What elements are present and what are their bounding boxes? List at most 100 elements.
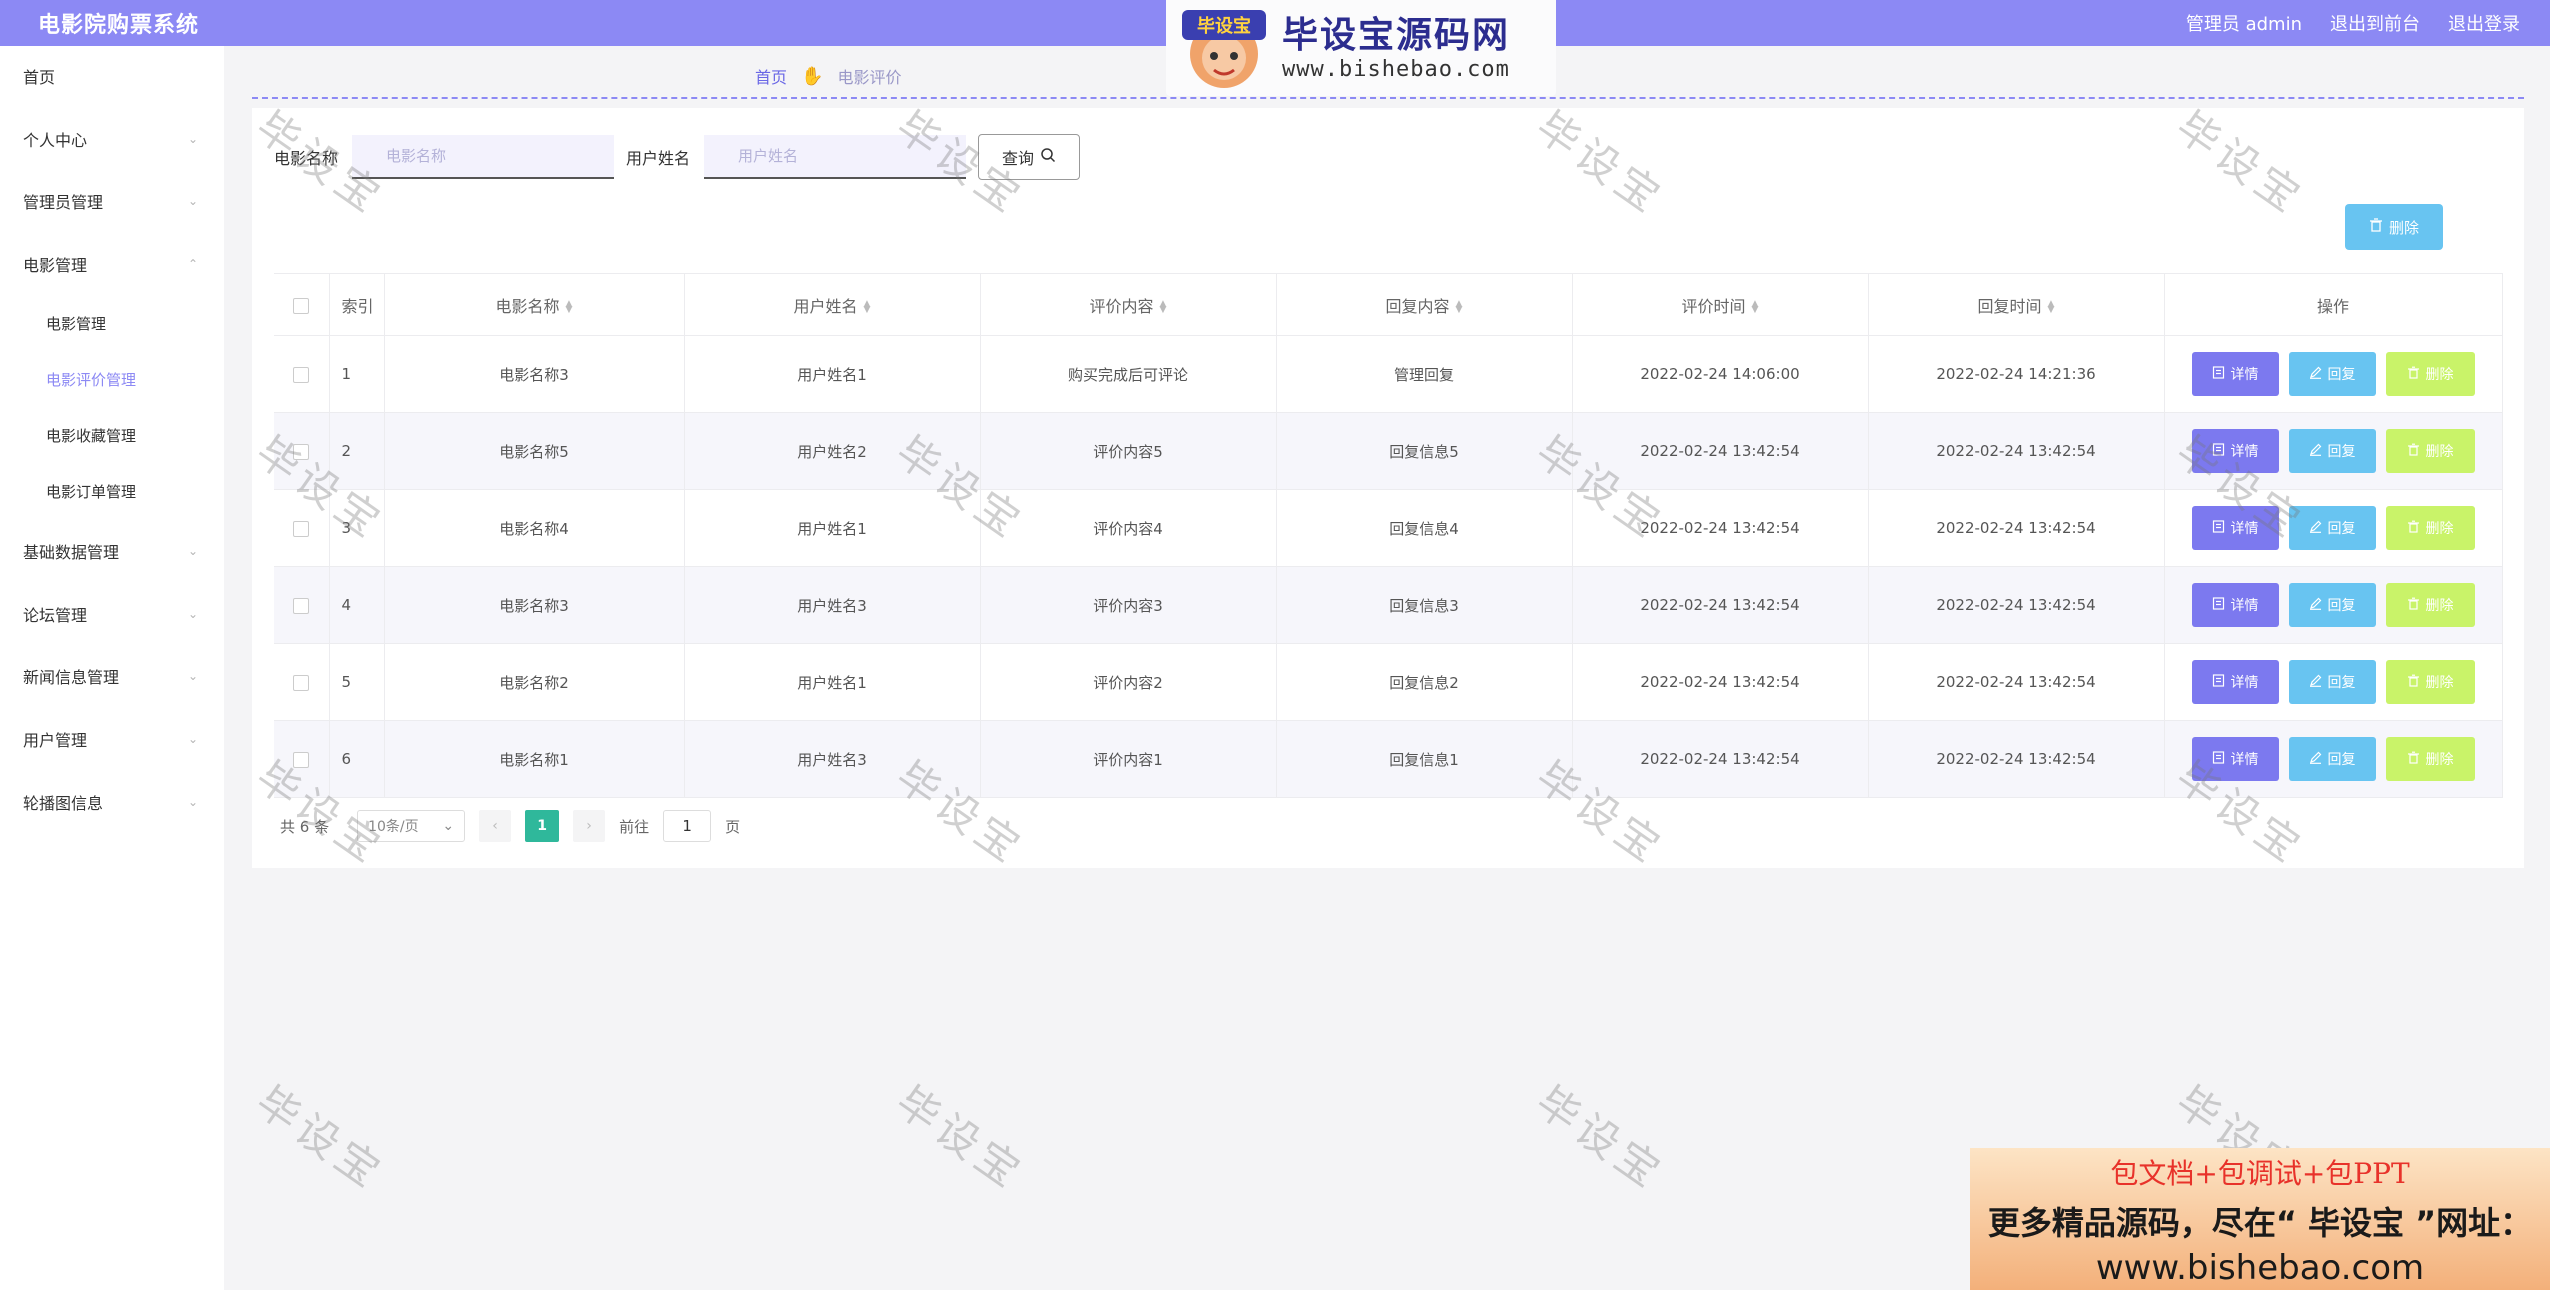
logout-link[interactable]: 退出登录 [2448,10,2520,36]
reply-button[interactable]: 回复 [2288,352,2376,396]
row-checkbox[interactable] [293,366,310,383]
cell-movie-name: 电影名称4 [384,489,685,567]
column-header-review-content[interactable]: 评价内容 ▲ ▼ [980,273,1277,336]
column-header-reply-time[interactable]: 回复时间 ▲ ▼ [1868,273,2165,336]
sidebar-subitem-movie-orders-management[interactable]: 电影订单管理 [0,466,224,516]
edit-icon [2309,597,2322,614]
logo-badge-text: 毕设宝 [1197,15,1251,37]
column-header-user-name[interactable]: 用户姓名 ▲ ▼ [684,273,981,336]
select-all-cell [274,273,330,336]
cell-review-content: 购买完成后可评论 [980,335,1277,413]
sidebar-subitem-movie-management[interactable]: 电影管理 [0,298,224,348]
trash-icon [2407,366,2420,383]
sidebar-subitem-movie-review-management[interactable]: 电影评价管理 [0,354,224,404]
document-icon [2212,442,2225,460]
breadcrumb-home-link[interactable]: 首页 [755,64,787,88]
trash-icon [2407,520,2420,537]
sort-icon: ▲ ▼ [863,299,871,315]
cell-review-content: 评价内容1 [980,720,1277,798]
watermark-text: 毕设宝 [247,1076,394,1200]
chevron-right-icon: › [586,818,592,834]
total-count: 共 6 条 [280,817,330,836]
sidebar-item-basic-data-management[interactable]: 基础数据管理 ⌄ [0,526,224,576]
cell-movie-name: 电影名称3 [384,566,685,644]
sidebar-item-home[interactable]: 首页 [0,51,224,101]
sidebar-item-forum-management[interactable]: 论坛管理 ⌄ [0,589,224,639]
reply-button[interactable]: 回复 [2288,737,2376,781]
detail-button[interactable]: 详情 [2191,506,2279,550]
prev-page-button[interactable]: ‹ [479,810,512,842]
chevron-down-icon: ⌄ [442,818,455,834]
admin-user-label[interactable]: 管理员 admin [2186,10,2302,36]
cell-movie-name: 电影名称3 [384,335,685,413]
detail-button[interactable]: 详情 [2191,660,2279,704]
document-icon [2212,365,2225,383]
edit-icon [2309,366,2322,383]
goto-page-input[interactable] [663,810,712,842]
query-button[interactable]: 查询 [978,134,1081,180]
chevron-down-icon: ⌄ [187,194,199,208]
promo-banner: 包文档+包调试+包PPT 更多精品源码，尽在“ 毕设宝 ”网址： www.bis… [1970,1148,2550,1290]
sidebar-subitem-movie-favorites-management[interactable]: 电影收藏管理 [0,410,224,460]
batch-delete-button[interactable]: 删除 [2345,204,2443,250]
sidebar-item-label: 用户管理 [23,731,88,750]
user-name-input[interactable] [704,135,967,179]
sidebar-item-personal-center[interactable]: 个人中心 ⌄ [0,114,224,164]
movie-name-label: 电影名称 [274,149,339,168]
cell-user-name: 用户姓名3 [684,720,981,798]
sidebar-item-label: 基础数据管理 [23,543,120,562]
table-row: 6 电影名称1 用户姓名3 评价内容1 回复信息1 2022-02-24 13:42:54… [274,720,2503,798]
reply-button[interactable]: 回复 [2288,506,2376,550]
row-checkbox[interactable] [293,751,310,768]
select-all-checkbox[interactable] [293,297,310,314]
page-size-select[interactable]: 10条/页 ⌄ [357,810,466,842]
detail-button-label: 详情 [2230,367,2259,383]
row-checkbox[interactable] [293,674,310,691]
promo-line-1: 包文档+包调试+包PPT [2110,1157,2410,1190]
column-header-reply-content[interactable]: 回复内容 ▲ ▼ [1276,273,1573,336]
detail-button[interactable]: 详情 [2191,352,2279,396]
delete-button[interactable]: 删除 [2385,506,2475,550]
column-header-label: 回复内容 [1385,296,1450,316]
detail-button[interactable]: 详情 [2191,737,2279,781]
delete-button[interactable]: 删除 [2385,429,2475,473]
delete-button[interactable]: 删除 [2385,583,2475,627]
watermark-text: 毕设宝 [1527,1076,1674,1200]
chevron-down-icon: ⌄ [187,795,199,809]
delete-button[interactable]: 删除 [2385,737,2475,781]
row-checkbox[interactable] [293,520,310,537]
sidebar-item-admin-management[interactable]: 管理员管理 ⌄ [0,176,224,226]
next-page-button[interactable]: › [573,810,606,842]
sidebar-item-movie-management[interactable]: 电影管理 ⌃ [0,239,224,289]
delete-button[interactable]: 删除 [2385,352,2475,396]
row-checkbox[interactable] [293,597,310,614]
cell-review-content: 评价内容3 [980,566,1277,644]
exit-to-front-link[interactable]: 退出到前台 [2330,10,2420,36]
delete-button[interactable]: 删除 [2385,660,2475,704]
cell-review-time: 2022-02-24 13:42:54 [1572,566,1869,644]
movie-name-input[interactable] [352,135,615,179]
reply-button[interactable]: 回复 [2288,429,2376,473]
sidebar-item-user-management[interactable]: 用户管理 ⌄ [0,714,224,764]
row-checkbox[interactable] [293,443,310,460]
breadcrumb: 首页 ✋ 电影评价 [755,64,901,88]
delete-button-label: 删除 [2425,367,2454,383]
cell-actions: 详情 回复 删除 [2164,335,2503,413]
row-checkbox-cell [274,412,330,490]
detail-button[interactable]: 详情 [2191,429,2279,473]
detail-button-label: 详情 [2230,752,2259,768]
chevron-left-icon: ‹ [492,818,498,834]
cell-review-time: 2022-02-24 13:42:54 [1572,489,1869,567]
column-header-movie-name[interactable]: 电影名称 ▲ ▼ [384,273,685,336]
sidebar-item-carousel-info[interactable]: 轮播图信息 ⌄ [0,777,224,827]
trash-icon [2407,674,2420,691]
column-header-review-time[interactable]: 评价时间 ▲ ▼ [1572,273,1869,336]
mascot-logo-icon: 毕设宝 [1176,4,1272,92]
column-header-label: 用户姓名 [793,296,858,316]
detail-button[interactable]: 详情 [2191,583,2279,627]
page-number-current[interactable]: 1 [525,810,560,842]
reply-button[interactable]: 回复 [2288,583,2376,627]
sidebar-item-news-management[interactable]: 新闻信息管理 ⌄ [0,651,224,701]
cell-reply-time: 2022-02-24 14:21:36 [1868,335,2165,413]
reply-button[interactable]: 回复 [2288,660,2376,704]
